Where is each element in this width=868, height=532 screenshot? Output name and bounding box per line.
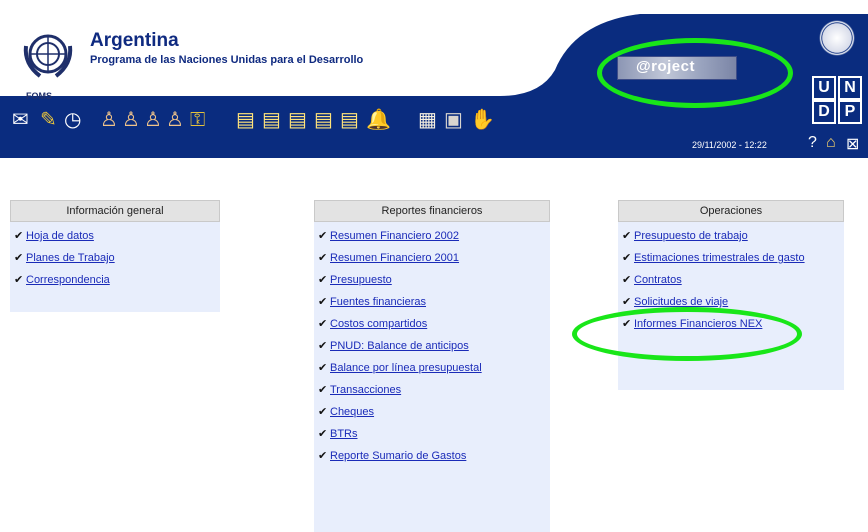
document-icon[interactable]: ▤: [262, 108, 281, 132]
list-item: ✔ BTRs: [314, 427, 550, 441]
key-icon[interactable]: ⚿: [190, 108, 205, 132]
document-icon[interactable]: ▤: [340, 108, 359, 132]
link-balance-linea[interactable]: Balance por línea presupuestal: [330, 362, 482, 374]
logo-label: FOMS: [26, 91, 52, 101]
panel-informacion-general: Información general ✔ Hoja de datos ✔ Plan…: [10, 200, 220, 312]
list-item: ✔ Costos compartidos: [314, 317, 550, 331]
check-icon: ✔: [318, 340, 328, 352]
check-icon: ✔: [318, 274, 328, 286]
list-item: ✔ Fuentes financieras: [314, 295, 550, 309]
handshake-icon[interactable]: ✋: [470, 108, 495, 132]
folder-icon[interactable]: ▣: [444, 108, 463, 132]
undp-letter-d: D: [812, 100, 836, 124]
check-icon: ✔: [622, 252, 632, 264]
link-balance-anticipos[interactable]: PNUD: Balance de anticipos: [330, 340, 469, 352]
list-item: ✔ PNUD: Balance de anticipos: [314, 339, 550, 353]
link-correspondencia[interactable]: Correspondencia: [26, 274, 110, 286]
list-item: ✔ Planes de Trabajo: [10, 251, 220, 265]
link-reporte-sumario[interactable]: Reporte Sumario de Gastos: [330, 450, 466, 462]
check-icon: ✔: [318, 406, 328, 418]
check-icon: ✔: [14, 252, 24, 264]
link-resumen-2002[interactable]: Resumen Financiero 2002: [330, 230, 459, 242]
document-icon[interactable]: ▤: [314, 108, 333, 132]
timestamp: 29/11/2002 - 12:22: [692, 140, 767, 150]
panel-title: Operaciones: [618, 200, 844, 222]
notebook-icon[interactable]: ▦: [418, 108, 437, 132]
check-icon: ✔: [318, 362, 328, 374]
link-resumen-2001[interactable]: Resumen Financiero 2001: [330, 252, 459, 264]
link-estimaciones-trimestrales[interactable]: Estimaciones trimestrales de gasto: [634, 252, 805, 264]
globe-icon: [818, 20, 856, 56]
link-fuentes-financieras[interactable]: Fuentes financieras: [330, 296, 426, 308]
list-item: ✔ Resumen Financiero 2001: [314, 251, 550, 265]
undp-letter-n: N: [838, 76, 862, 100]
link-costos-compartidos[interactable]: Costos compartidos: [330, 318, 427, 330]
highlight-ellipse-project: [597, 38, 793, 108]
link-list: ✔ Resumen Financiero 2002 ✔ Resumen Financ…: [314, 222, 550, 475]
check-icon: ✔: [318, 428, 328, 440]
check-icon: ✔: [318, 318, 328, 330]
country-title: Argentina: [90, 30, 179, 51]
check-icon: ✔: [622, 230, 632, 242]
check-icon: ✔: [318, 230, 328, 242]
list-item: ✔ Solicitudes de viaje: [618, 295, 844, 309]
person-icon[interactable]: ♙: [122, 108, 140, 132]
bell-icon[interactable]: 🔔: [366, 108, 391, 132]
person-icon[interactable]: ♙: [100, 108, 118, 132]
check-icon: ✔: [622, 274, 632, 286]
document-icon[interactable]: ▤: [288, 108, 307, 132]
panel-operaciones: Operaciones ✔ Presupuesto de trabajo ✔ Est…: [618, 200, 844, 390]
panel-reportes-financieros: Reportes financieros ✔ Resumen Financiero…: [314, 200, 550, 532]
check-icon: ✔: [622, 296, 632, 308]
highlight-ellipse-solicitudes: [572, 307, 802, 361]
un-logo-icon: [23, 34, 73, 78]
list-item: ✔ Contratos: [618, 273, 844, 287]
panel-title: Información general: [10, 200, 220, 222]
check-icon: ✔: [318, 450, 328, 462]
list-item: ✔ Resumen Financiero 2002: [314, 229, 550, 243]
check-icon: ✔: [318, 252, 328, 264]
link-presupuesto-trabajo[interactable]: Presupuesto de trabajo: [634, 230, 748, 242]
link-hoja-de-datos[interactable]: Hoja de datos: [26, 230, 94, 242]
undp-letter-p: P: [838, 100, 862, 124]
list-item: ✔ Correspondencia: [10, 273, 220, 287]
check-icon: ✔: [318, 296, 328, 308]
list-item: ✔ Balance por línea presupuestal: [314, 361, 550, 375]
exit-icon[interactable]: ⊠: [846, 134, 859, 154]
list-item: ✔ Presupuesto: [314, 273, 550, 287]
check-icon: ✔: [14, 274, 24, 286]
panel-title: Reportes financieros: [314, 200, 550, 222]
link-planes-de-trabajo[interactable]: Planes de Trabajo: [26, 252, 115, 264]
list-item: ✔ Estimaciones trimestrales de gasto: [618, 251, 844, 265]
check-icon: ✔: [14, 230, 24, 242]
link-btrs[interactable]: BTRs: [330, 428, 358, 440]
list-item: ✔ Reporte Sumario de Gastos: [314, 449, 550, 463]
person-icon[interactable]: ♙: [144, 108, 162, 132]
link-cheques[interactable]: Cheques: [330, 406, 374, 418]
document-icon[interactable]: ▤: [236, 108, 255, 132]
pen-icon[interactable]: ✎: [40, 108, 57, 132]
home-icon[interactable]: ⌂: [826, 134, 836, 152]
undp-letter-u: U: [812, 76, 836, 100]
link-list: ✔ Hoja de datos ✔ Planes de Trabajo ✔ Corre…: [10, 222, 220, 299]
check-icon: ✔: [318, 384, 328, 396]
link-contratos[interactable]: Contratos: [634, 274, 682, 286]
mail-icon[interactable]: ✉: [12, 108, 29, 132]
list-item: ✔ Cheques: [314, 405, 550, 419]
list-item: ✔ Transacciones: [314, 383, 550, 397]
link-presupuesto[interactable]: Presupuesto: [330, 274, 392, 286]
list-item: ✔ Hoja de datos: [10, 229, 220, 243]
program-subtitle: Programa de las Naciones Unidas para el …: [90, 54, 364, 66]
list-item: ✔ Presupuesto de trabajo: [618, 229, 844, 243]
person-icon[interactable]: ♙: [166, 108, 184, 132]
clock-icon[interactable]: ◷: [64, 108, 81, 132]
help-icon[interactable]: ?: [808, 134, 817, 152]
link-transacciones[interactable]: Transacciones: [330, 384, 401, 396]
